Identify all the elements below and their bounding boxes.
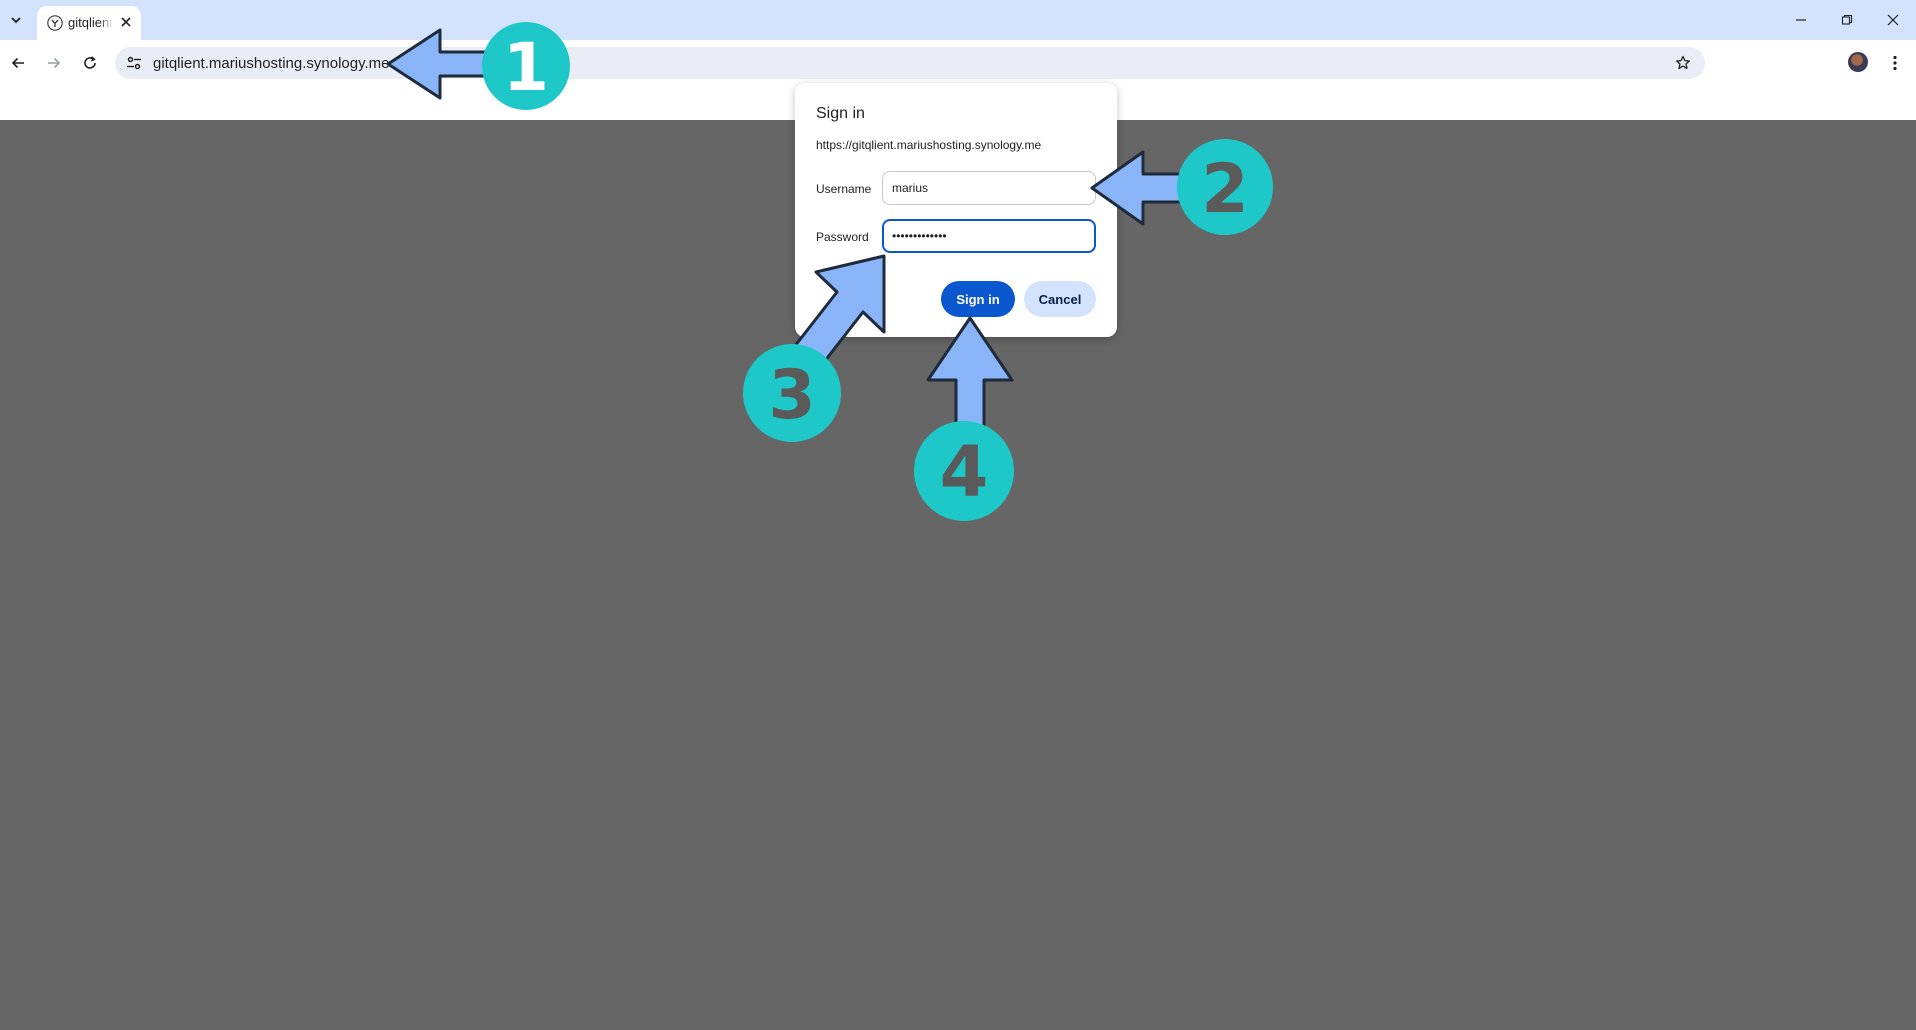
dialog-title: Sign in bbox=[816, 105, 865, 122]
tab-close-icon[interactable] bbox=[117, 13, 135, 31]
cancel-button[interactable]: Cancel bbox=[1024, 281, 1096, 317]
sign-in-dialog: Sign in https://gitqlient.mariushosting.… bbox=[795, 83, 1117, 337]
address-bar[interactable]: gitqlient.mariushosting.synology.me bbox=[115, 47, 1705, 79]
password-field[interactable] bbox=[882, 219, 1096, 253]
site-info-tune-icon[interactable] bbox=[126, 55, 142, 71]
reload-icon[interactable] bbox=[75, 48, 105, 78]
sign-in-button[interactable]: Sign in bbox=[941, 281, 1015, 317]
address-url: gitqlient.mariushosting.synology.me bbox=[153, 55, 390, 72]
forward-arrow-icon[interactable] bbox=[39, 48, 69, 78]
back-arrow-icon[interactable] bbox=[3, 48, 33, 78]
tab-title: gitqlient.mariushosting.synology.me bbox=[68, 15, 113, 30]
tab-strip: gitqlient.mariushosting.synology.me bbox=[0, 0, 1916, 40]
username-label: Username bbox=[816, 182, 872, 196]
minimize-icon[interactable] bbox=[1783, 6, 1819, 34]
more-menu-icon[interactable] bbox=[1880, 48, 1910, 78]
site-favicon-icon bbox=[47, 15, 63, 31]
password-label: Password bbox=[816, 230, 869, 244]
bookmark-star-icon[interactable] bbox=[1673, 53, 1693, 73]
profile-avatar[interactable] bbox=[1848, 52, 1868, 72]
restore-icon[interactable] bbox=[1829, 6, 1865, 34]
browser-tab[interactable]: gitqlient.mariushosting.synology.me bbox=[37, 6, 141, 40]
close-window-icon[interactable] bbox=[1875, 6, 1911, 34]
tab-search-chevron-icon[interactable] bbox=[5, 8, 27, 32]
username-field[interactable] bbox=[882, 171, 1096, 205]
dialog-origin: https://gitqlient.mariushosting.synology… bbox=[816, 138, 1042, 152]
